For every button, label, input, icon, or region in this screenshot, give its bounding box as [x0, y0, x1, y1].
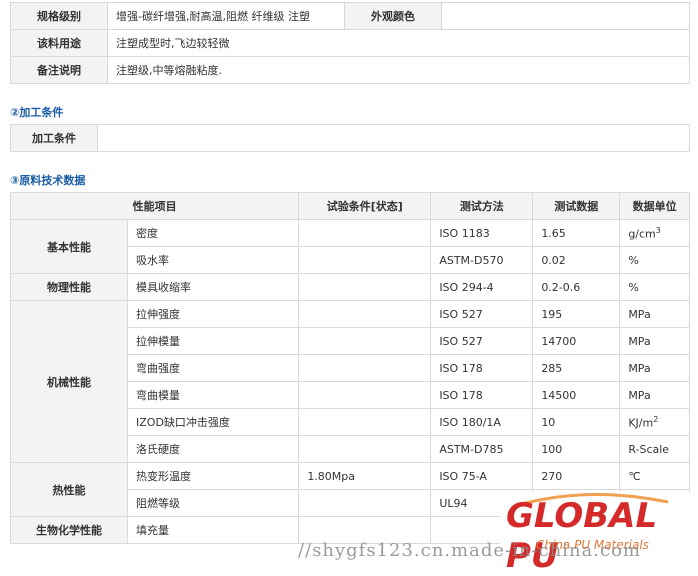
unit: ℃	[619, 462, 690, 490]
logo-wordmark: GLOBAL PU	[506, 496, 658, 576]
test-method: ISO 527	[430, 327, 534, 355]
section-number: ③	[10, 174, 20, 187]
unit-cell: g/cm3	[619, 219, 690, 247]
unit: MPa	[619, 381, 690, 409]
test-value: 270	[532, 462, 621, 490]
test-value: 195	[532, 300, 621, 328]
processing-table: 加工条件	[10, 124, 690, 152]
property-name: 弯曲强度	[126, 354, 300, 382]
info-label: 该料用途	[10, 29, 108, 57]
product-info-table: 规格级别 增强-碳纤增强,耐高温,阻燃 纤维级 注塑 外观颜色 该料用途 注塑成…	[10, 2, 690, 84]
processing-value	[97, 124, 690, 152]
column-header: 数据单位	[619, 192, 690, 220]
property-name: 拉伸强度	[126, 300, 300, 328]
property-name: 洛氏硬度	[126, 435, 300, 463]
test-condition	[298, 219, 432, 247]
table-row: 基本性能 密度 ISO 1183 1.65 g/cm3	[10, 219, 690, 274]
group-label: 生物化学性能	[10, 516, 128, 544]
section-title: 原料技术数据	[19, 174, 86, 187]
info-value: 注塑级,中等熔融粘度.	[107, 56, 690, 84]
test-value: 10	[532, 408, 621, 436]
property-name: 填充量	[126, 516, 300, 544]
column-header: 性能项目	[9, 192, 300, 220]
test-method: ISO 180/1A	[430, 408, 534, 436]
test-condition	[298, 327, 432, 355]
table-row: 机械性能 拉伸强度 ISO 527 195 MPa	[10, 300, 690, 463]
group-label: 物理性能	[10, 273, 128, 301]
test-method: ISO 527	[430, 300, 534, 328]
section-number: ②	[10, 106, 20, 119]
test-condition	[298, 354, 432, 382]
unit: MPa	[619, 354, 690, 382]
section-heading-processing: ②加工条件	[10, 104, 63, 120]
group-label: 基本性能	[10, 219, 128, 274]
test-value: 14500	[532, 381, 621, 409]
unit: %	[619, 246, 690, 274]
test-condition	[298, 300, 432, 328]
unit: MPa	[619, 327, 690, 355]
processing-label: 加工条件	[10, 124, 98, 152]
unit: R-Scale	[619, 435, 690, 463]
info-value: 增强-碳纤增强,耐高温,阻燃 纤维级 注塑	[107, 2, 345, 30]
property-name: 阻燃等级	[126, 489, 300, 517]
test-condition	[298, 381, 432, 409]
column-header: 试验条件[状态]	[298, 192, 432, 220]
property-name: 吸水率	[126, 246, 300, 274]
group-label: 热性能	[10, 462, 128, 517]
test-condition	[298, 273, 432, 301]
property-name: 弯曲模量	[126, 381, 300, 409]
section-heading-technical: ③原料技术数据	[10, 172, 85, 188]
test-method: ISO 1183	[430, 219, 534, 247]
watermark-text: //shygfs123.cn.made-in-china.com	[298, 540, 641, 561]
property-name: 模具收缩率	[126, 273, 300, 301]
test-value: 1.65	[532, 219, 621, 247]
table-row: 热性能 热变形温度 1.80Mpa ISO 75-A 270 ℃	[10, 462, 690, 517]
test-method: ISO 178	[430, 381, 534, 409]
table-row: 加工条件	[10, 124, 690, 152]
info-label: 外观颜色	[344, 2, 442, 30]
test-value: 0.02	[532, 246, 621, 274]
table-row: 备注说明 注塑级,中等熔融粘度.	[10, 56, 690, 84]
table-row: 物理性能 模具收缩率 ISO 294-4 0.2-0.6 %	[10, 273, 690, 301]
unit-superscript: 2	[653, 414, 659, 424]
table-header-row: 性能项目 试验条件[状态] 测试方法 测试数据 数据单位	[9, 192, 690, 220]
group-label: 机械性能	[10, 300, 128, 463]
test-condition: 1.80Mpa	[298, 462, 432, 490]
unit-cell: KJ/m2	[619, 408, 690, 436]
info-label: 规格级别	[10, 2, 108, 30]
test-value: 14700	[532, 327, 621, 355]
table-row: 规格级别 增强-碳纤增强,耐高温,阻燃 纤维级 注塑 外观颜色	[10, 2, 690, 30]
info-value	[441, 2, 690, 30]
info-value: 注塑成型时,飞边较轻微	[107, 29, 690, 57]
unit-superscript: 3	[655, 225, 661, 235]
unit: g/cm	[628, 227, 656, 241]
test-value: 0.2-0.6	[532, 273, 621, 301]
unit: KJ/m	[628, 416, 654, 430]
property-name: 拉伸模量	[126, 327, 300, 355]
column-header: 测试方法	[430, 192, 534, 220]
info-label: 备注说明	[10, 56, 108, 84]
test-condition	[298, 246, 432, 274]
property-name: IZOD缺口冲击强度	[126, 408, 300, 436]
test-method: ASTM-D785	[430, 435, 534, 463]
column-header: 测试数据	[532, 192, 621, 220]
unit: %	[619, 273, 690, 301]
test-method: ISO 294-4	[430, 273, 534, 301]
property-name: 密度	[126, 219, 300, 247]
section-title: 加工条件	[19, 106, 64, 119]
unit: MPa	[619, 300, 690, 328]
test-method: ASTM-D570	[430, 246, 534, 274]
test-condition	[298, 489, 432, 517]
test-method: ISO 178	[430, 354, 534, 382]
test-method: ISO 75-A	[430, 462, 534, 490]
test-condition	[298, 435, 432, 463]
property-name: 热变形温度	[126, 462, 300, 490]
test-value: 100	[532, 435, 621, 463]
table-row: 该料用途 注塑成型时,飞边较轻微	[10, 29, 690, 57]
test-value: 285	[532, 354, 621, 382]
test-condition	[298, 408, 432, 436]
